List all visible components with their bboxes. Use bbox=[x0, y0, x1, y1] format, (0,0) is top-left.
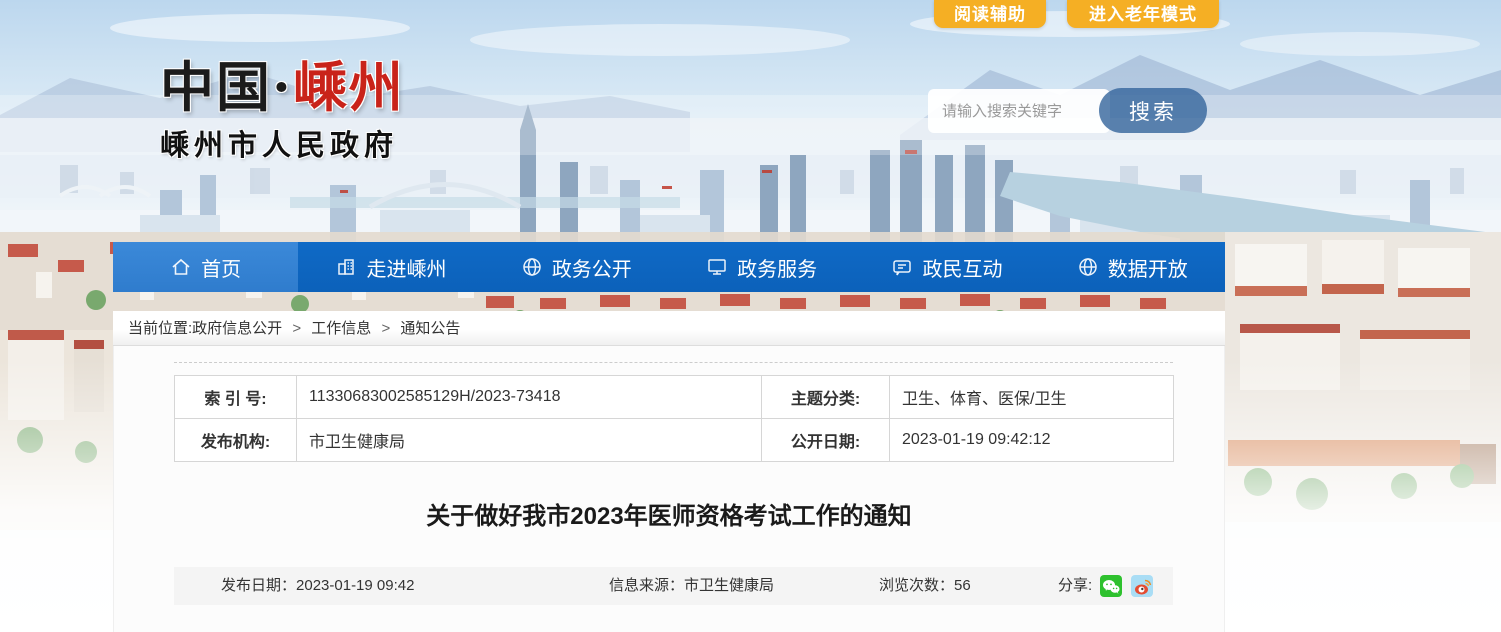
index-number-value: 11330683002585129H/2023-73418 bbox=[297, 376, 762, 419]
breadcrumb-separator: > bbox=[381, 320, 390, 337]
meta-share: 分享: bbox=[1058, 567, 1153, 605]
nav-item-gov-services[interactable]: 政务服务 bbox=[669, 242, 854, 292]
article-meta-bar: 发布日期：2023-01-19 09:42 信息来源：市卫生健康局 浏览次数：5… bbox=[174, 567, 1173, 605]
nav-item-label: 首页 bbox=[201, 253, 241, 282]
building-icon bbox=[335, 256, 357, 278]
table-row: 索 引 号: 11330683002585129H/2023-73418 主题分… bbox=[175, 376, 1174, 419]
article-title: 关于做好我市2023年医师资格考试工作的通知 bbox=[114, 496, 1224, 531]
publish-date-label: 公开日期: bbox=[762, 419, 890, 462]
content-area: 索 引 号: 11330683002585129H/2023-73418 主题分… bbox=[113, 346, 1225, 632]
publish-date-value: 2023-01-19 09:42:12 bbox=[890, 419, 1174, 462]
nav-item-home[interactable]: 首页 bbox=[113, 242, 298, 292]
meta-views: 浏览次数：56 bbox=[879, 567, 971, 605]
nav-item-about[interactable]: 走进嵊州 bbox=[298, 242, 483, 292]
logo-title-china: 中国· bbox=[160, 55, 293, 119]
nav-item-label: 政务公开 bbox=[552, 253, 632, 282]
breadcrumb-current: 通知公告 bbox=[400, 320, 460, 337]
reading-aid-button[interactable]: 阅读辅助 bbox=[934, 0, 1046, 28]
breadcrumb-link-gov-info[interactable]: 政府信息公开 bbox=[192, 320, 282, 337]
weibo-share-icon[interactable] bbox=[1131, 575, 1153, 597]
wechat-share-icon[interactable] bbox=[1100, 575, 1122, 597]
globe-icon bbox=[1077, 256, 1099, 278]
dashed-divider bbox=[174, 362, 1173, 363]
issuing-agency-value: 市卫生健康局 bbox=[297, 419, 762, 462]
meta-views-value: 56 bbox=[954, 577, 971, 594]
index-number-label: 索 引 号: bbox=[175, 376, 297, 419]
logo-title: 中国·嵊州 bbox=[160, 58, 490, 116]
meta-source-value: 市卫生健康局 bbox=[684, 577, 774, 594]
meta-publish-date-value: 2023-01-19 09:42 bbox=[296, 577, 414, 594]
home-icon bbox=[170, 256, 192, 278]
main-navigation: 首页 走进嵊州 政务公开 政务服务 政民互动 数据开放 bbox=[113, 242, 1225, 292]
breadcrumb-separator: > bbox=[292, 320, 301, 337]
document-info-table: 索 引 号: 11330683002585129H/2023-73418 主题分… bbox=[174, 375, 1174, 462]
meta-source: 信息来源：市卫生健康局 bbox=[609, 567, 774, 605]
meta-publish-date-label: 发布日期： bbox=[221, 577, 296, 594]
globe-icon bbox=[521, 256, 543, 278]
elderly-mode-button[interactable]: 进入老年模式 bbox=[1067, 0, 1219, 28]
breadcrumb: 当前位置:政府信息公开 > 工作信息 > 通知公告 bbox=[113, 311, 1225, 346]
meta-publish-date: 发布日期：2023-01-19 09:42 bbox=[221, 567, 414, 605]
topic-category-label: 主题分类: bbox=[762, 376, 890, 419]
topic-category-value: 卫生、体育、医保/卫生 bbox=[890, 376, 1174, 419]
nav-item-label: 走进嵊州 bbox=[366, 253, 446, 282]
monitor-icon bbox=[706, 256, 728, 278]
meta-views-label: 浏览次数： bbox=[879, 577, 954, 594]
nav-item-label: 政民互动 bbox=[922, 253, 1002, 282]
nav-item-public-interaction[interactable]: 政民互动 bbox=[854, 242, 1039, 292]
nav-item-label: 数据开放 bbox=[1108, 253, 1188, 282]
search-button[interactable]: 搜索 bbox=[1099, 88, 1207, 133]
chat-icon bbox=[891, 256, 913, 278]
nav-item-open-data[interactable]: 数据开放 bbox=[1040, 242, 1225, 292]
table-row: 发布机构: 市卫生健康局 公开日期: 2023-01-19 09:42:12 bbox=[175, 419, 1174, 462]
logo-title-shengzhou: 嵊州 bbox=[293, 55, 405, 119]
search-input[interactable] bbox=[928, 89, 1110, 133]
breadcrumb-prefix: 当前位置: bbox=[128, 320, 192, 337]
breadcrumb-link-work-info[interactable]: 工作信息 bbox=[311, 320, 371, 337]
issuing-agency-label: 发布机构: bbox=[175, 419, 297, 462]
nav-item-gov-disclosure[interactable]: 政务公开 bbox=[484, 242, 669, 292]
meta-share-label: 分享: bbox=[1058, 577, 1092, 594]
site-logo[interactable]: 中国·嵊州 嵊州市人民政府 bbox=[160, 58, 490, 164]
meta-source-label: 信息来源： bbox=[609, 577, 684, 594]
nav-item-label: 政务服务 bbox=[737, 253, 817, 282]
logo-subtitle: 嵊州市人民政府 bbox=[160, 122, 490, 164]
